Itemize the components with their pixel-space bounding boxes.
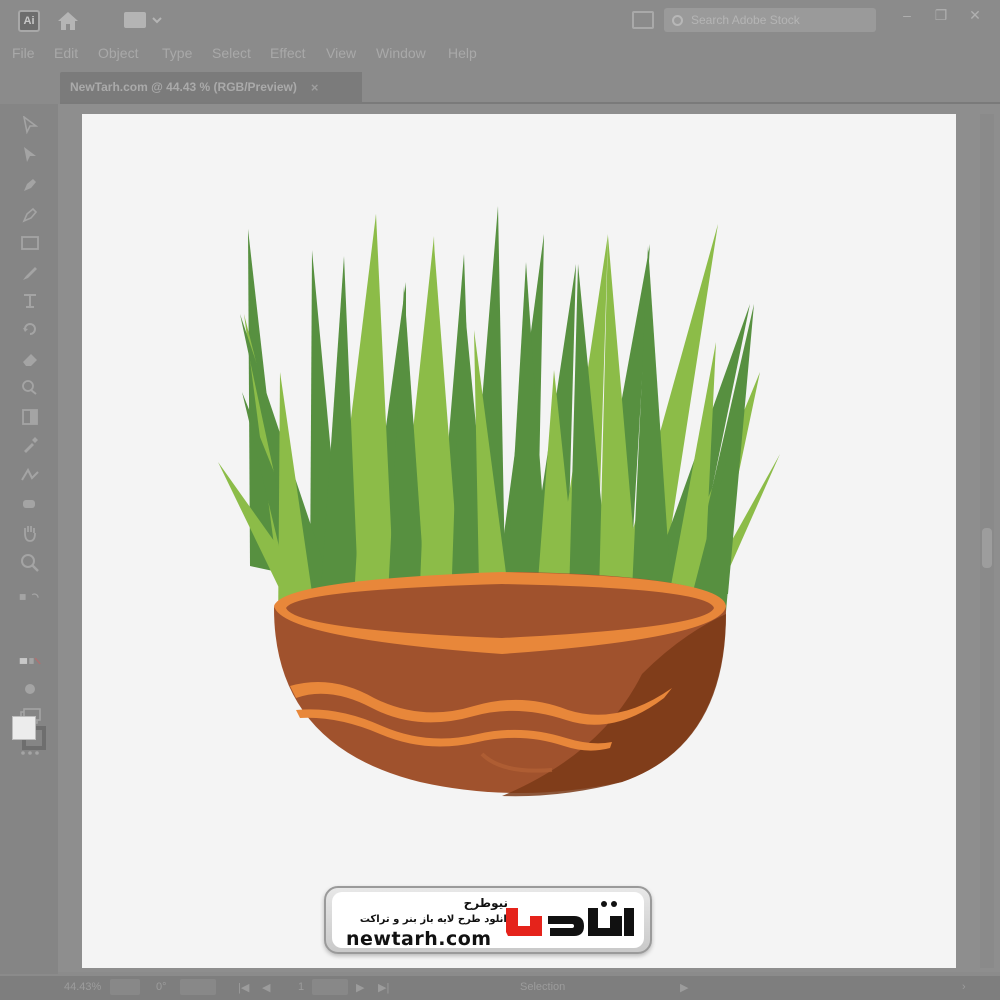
artboard-dropdown[interactable]: [312, 979, 348, 995]
hand-tool-icon[interactable]: [19, 522, 41, 544]
type-tool-icon[interactable]: [19, 290, 41, 312]
home-button[interactable]: [56, 10, 80, 32]
eyedropper-tool-icon[interactable]: [19, 434, 41, 456]
curvature-tool-icon[interactable]: [19, 204, 41, 226]
first-artboard-button[interactable]: |◀: [238, 981, 249, 994]
document-tab-title: NewTarh.com @ 44.43 % (RGB/Preview): [70, 80, 297, 94]
pen-tool-icon[interactable]: [19, 174, 41, 196]
horizontal-scroll-right[interactable]: ›: [962, 981, 966, 993]
vertical-scrollbar[interactable]: [980, 114, 994, 968]
restore-button[interactable]: ❐: [932, 6, 950, 24]
next-artboard-button[interactable]: ▶: [356, 981, 364, 994]
symbol-sprayer-tool-icon[interactable]: [19, 492, 41, 514]
arrange-documents-button[interactable]: [632, 11, 654, 29]
fill-color-swatch[interactable]: [12, 716, 36, 740]
minimize-button[interactable]: –: [898, 6, 916, 24]
gradient-tool-icon[interactable]: [19, 406, 41, 428]
zoom-dropdown[interactable]: [110, 979, 140, 995]
menu-object[interactable]: Object: [98, 42, 138, 64]
close-tab-icon[interactable]: ×: [311, 80, 319, 95]
menu-effect[interactable]: Effect: [270, 42, 306, 64]
last-artboard-button[interactable]: ▶|: [378, 981, 389, 994]
eraser-tool-icon[interactable]: [19, 348, 41, 370]
status-bar: 44.43% 0° |◀ ◀ 1 ▶ ▶| Selection ▶ ›: [0, 976, 1000, 1000]
status-menu-arrow[interactable]: ▶: [680, 981, 688, 994]
app-title-bar: Ai Search Adobe Stock – ❐ ✕: [0, 0, 1000, 40]
watermark-domain: newtarh.com: [346, 928, 492, 950]
newtarh-logo: [506, 901, 634, 936]
rotation-dropdown[interactable]: [180, 979, 216, 995]
zoom-level[interactable]: 44.43%: [64, 981, 101, 993]
workspace-switcher-button[interactable]: [124, 10, 170, 30]
app-logo: Ai: [18, 10, 40, 32]
menu-window[interactable]: Window: [376, 42, 426, 64]
newtarh-watermark: نیوطرح دانلود طرح لایه باز بنر و تراکت n…: [324, 886, 652, 954]
artboard-number[interactable]: 1: [298, 981, 304, 993]
artboard[interactable]: [82, 114, 956, 968]
search-input[interactable]: Search Adobe Stock: [664, 8, 876, 32]
home-icon: [58, 12, 78, 30]
swap-fill-stroke-icon[interactable]: [19, 586, 41, 608]
search-placeholder: Search Adobe Stock: [691, 13, 800, 27]
workspace-grid-icon: [124, 12, 146, 28]
more-tools-icon[interactable]: [19, 742, 41, 764]
shape-builder-tool-icon[interactable]: [19, 376, 41, 398]
blend-tool-icon[interactable]: [19, 464, 41, 486]
selection-tool-icon[interactable]: [19, 114, 41, 136]
prev-artboard-button[interactable]: ◀: [262, 981, 270, 994]
rectangle-tool-icon[interactable]: [19, 232, 41, 254]
menu-type[interactable]: Type: [162, 42, 192, 64]
zoom-tool-icon[interactable]: [19, 552, 41, 574]
menu-select[interactable]: Select: [212, 42, 251, 64]
color-mode-icon[interactable]: [19, 650, 41, 672]
rotation-value[interactable]: 0°: [156, 981, 167, 993]
clay-bowl: [274, 572, 726, 797]
menu-view[interactable]: View: [326, 42, 356, 64]
chevron-down-icon: [152, 17, 162, 24]
menu-file[interactable]: File: [12, 42, 35, 64]
document-tab[interactable]: NewTarh.com @ 44.43 % (RGB/Preview) ×: [60, 72, 362, 102]
watermark-plate: نیوطرح دانلود طرح لایه باز بنر و تراکت n…: [332, 892, 644, 950]
tools-panel: [0, 104, 58, 974]
close-window-button[interactable]: ✕: [966, 6, 984, 24]
paintbrush-tool-icon[interactable]: [19, 262, 41, 284]
direct-selection-tool-icon[interactable]: [19, 144, 41, 166]
search-icon: [672, 14, 683, 26]
vertical-scroll-thumb[interactable]: [982, 528, 992, 568]
watermark-tagline: دانلود طرح لایه باز بنر و تراکت: [359, 914, 512, 925]
watermark-title: نیوطرح: [463, 896, 508, 910]
menu-help[interactable]: Help: [448, 42, 477, 64]
drawing-mode-icon[interactable]: [19, 678, 41, 700]
menu-edit[interactable]: Edit: [54, 42, 78, 64]
current-tool-label: Selection: [520, 981, 566, 993]
sabzeh-bowl-illustration[interactable]: [82, 114, 956, 968]
rotate-tool-icon[interactable]: [19, 318, 41, 340]
illustrator-window: Ai Search Adobe Stock – ❐ ✕ File Edit Ob…: [0, 0, 1000, 1000]
